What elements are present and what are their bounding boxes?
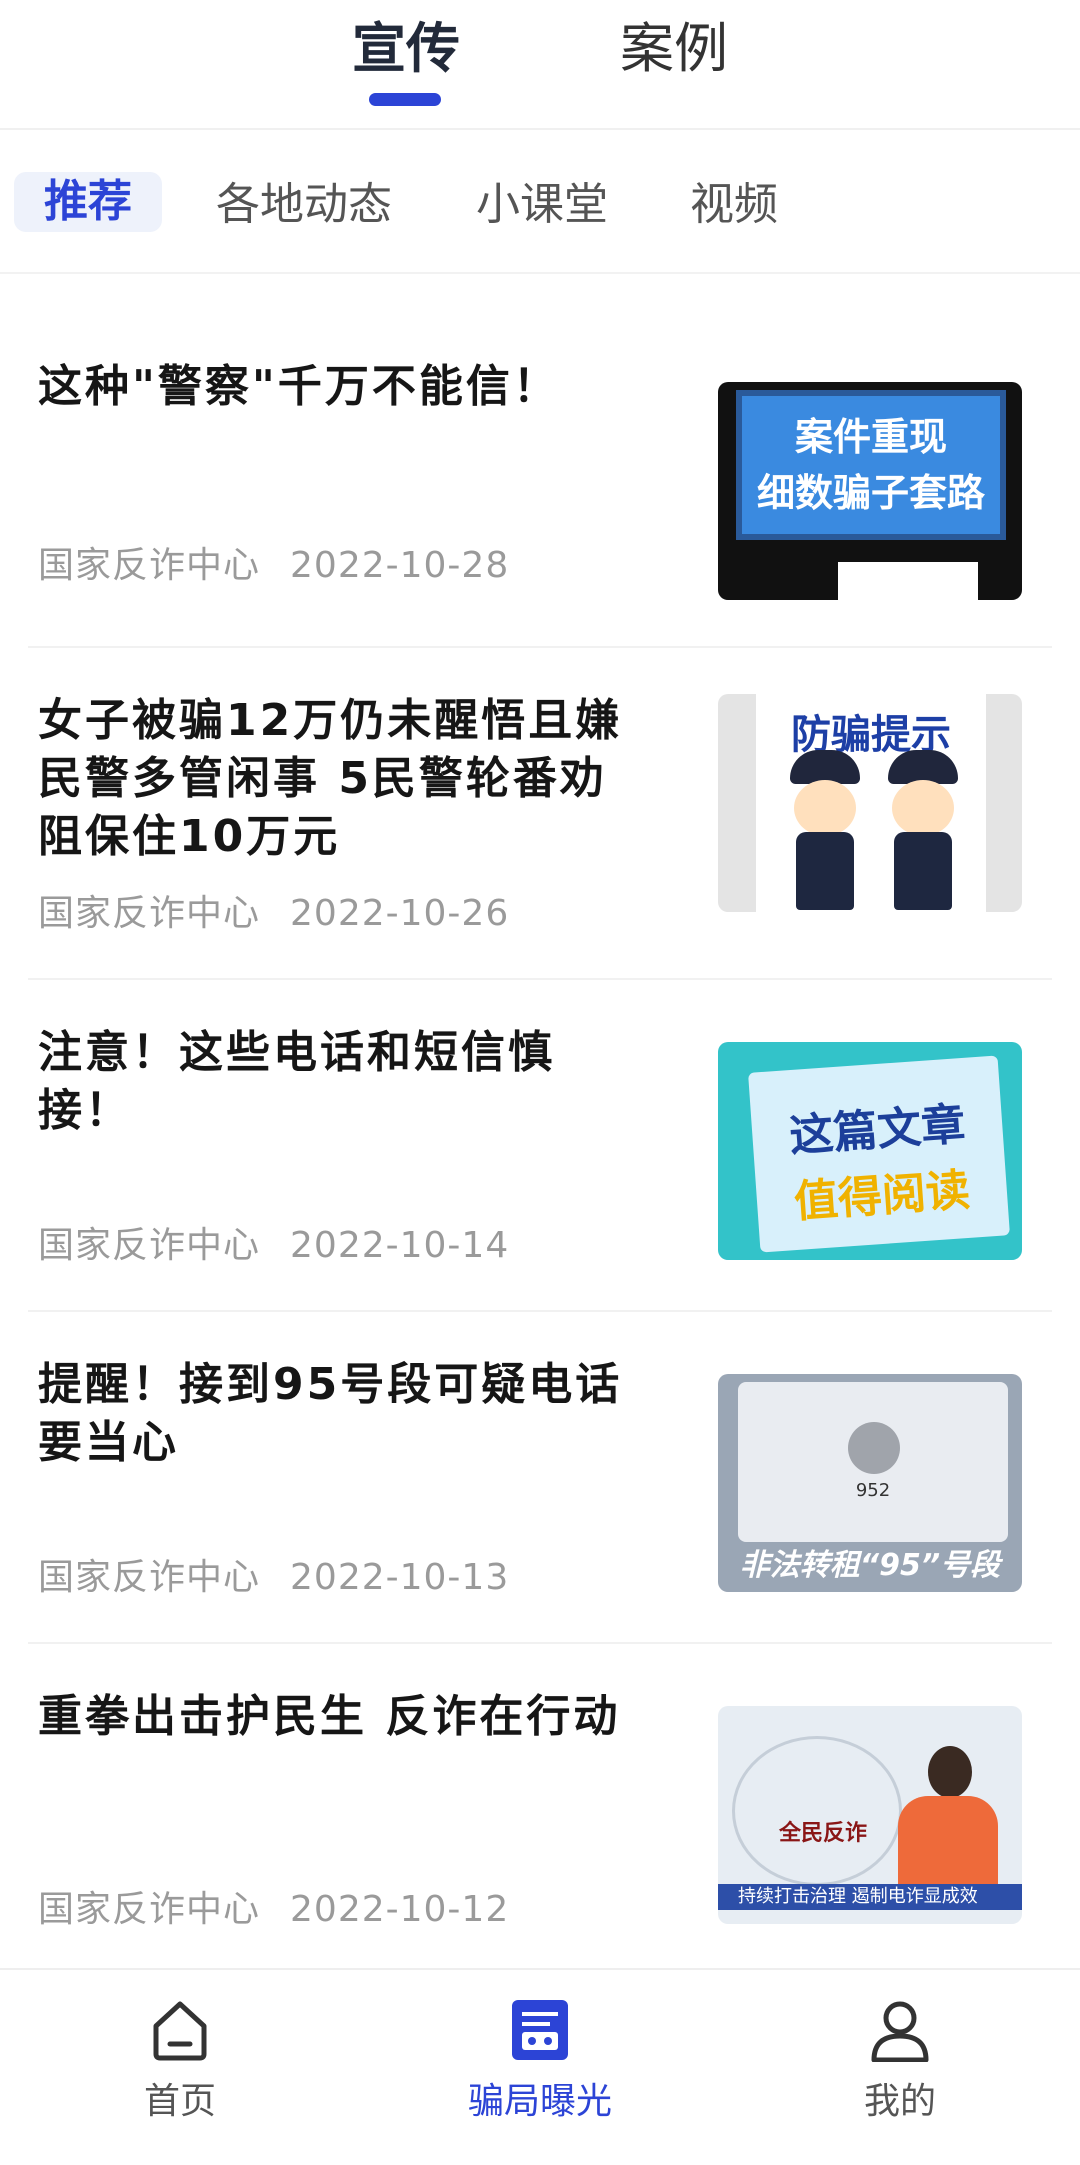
phone-screen: 952 xyxy=(738,1382,1008,1542)
top-tab-bar: 宣传 案例 xyxy=(0,0,1080,130)
article-source: 国家反诈中心 xyxy=(38,893,261,934)
category-classroom[interactable]: 小课堂 xyxy=(476,176,608,234)
category-recommended[interactable]: 推荐 xyxy=(14,172,162,232)
thumbnail-text: 案件重现 xyxy=(794,415,947,459)
thumbnail-paper: 这篇文章 值得阅读 xyxy=(748,1055,1010,1253)
article-date: 2022-10-12 xyxy=(290,1889,510,1930)
article-item[interactable]: 注意！这些电话和短信慎接！ 国家反诈中心 2022-10-14 这篇文章 值得阅读 xyxy=(0,980,1080,1312)
article-title: 注意！这些电话和短信慎接！ xyxy=(38,1027,555,1136)
exposure-icon xyxy=(512,2000,568,2060)
thumbnail-text: 全民反诈 xyxy=(779,1821,868,1846)
article-item[interactable]: 这种"警察"千万不能信！ 国家反诈中心 2022-10-28 案件重现 细数骗子套… xyxy=(0,316,1080,648)
news-anchor xyxy=(898,1746,998,1896)
article-title: 这种"警察"千万不能信！ xyxy=(38,361,560,412)
nav-label: 骗局曝光 xyxy=(467,2081,612,2122)
user-icon xyxy=(871,2001,929,2062)
category-video[interactable]: 视频 xyxy=(690,176,778,234)
thumbnail-card: 防骗提示 xyxy=(756,694,986,912)
thumbnail-text: 非法转租“95”号段 xyxy=(739,1548,1001,1583)
globe-icon: 全民反诈 xyxy=(732,1736,902,1886)
thumbnail-text: 持续打击治理 遏制电诈显成效 xyxy=(718,1884,1022,1910)
article-meta: 国家反诈中心 2022-10-14 xyxy=(38,1224,509,1268)
home-icon xyxy=(153,2001,207,2061)
article-thumbnail: 952 非法转租“95”号段 xyxy=(718,1374,1022,1592)
article-thumbnail: 案件重现 细数骗子套路 xyxy=(718,382,1022,600)
article-title: 重拳出击护民生 反诈在行动 xyxy=(38,1691,621,1742)
article-meta: 国家反诈中心 2022-10-26 xyxy=(38,892,509,936)
police-cartoon-icon xyxy=(786,750,864,910)
article-source: 国家反诈中心 xyxy=(38,1557,261,1598)
article-title: 女子被骗12万仍未醒悟且嫌民警多管闲事 5民警轮番劝阻保住10万元 xyxy=(38,695,623,862)
nav-fraud-exposure[interactable]: 骗局曝光 xyxy=(390,1970,690,2165)
article-item[interactable]: 重拳出击护民生 反诈在行动 国家反诈中心 2022-10-12 全民反诈 持续打击… xyxy=(0,1644,1080,1976)
nav-label: 我的 xyxy=(863,2081,936,2122)
nav-profile[interactable]: 我的 xyxy=(750,1970,1050,2165)
nav-home[interactable]: 首页 xyxy=(30,1970,330,2165)
nav-label: 首页 xyxy=(143,2081,216,2122)
thumbnail-text: 952 xyxy=(855,1480,891,1501)
article-source: 国家反诈中心 xyxy=(38,1889,261,1930)
article-meta: 国家反诈中心 2022-10-28 xyxy=(38,544,509,588)
article-date: 2022-10-14 xyxy=(290,1225,510,1266)
active-tab-indicator xyxy=(369,93,441,106)
article-meta: 国家反诈中心 2022-10-12 xyxy=(38,1888,509,1932)
bottom-nav: 首页 骗局曝光 我的 xyxy=(0,1968,1080,2165)
contact-avatar-icon xyxy=(848,1422,900,1474)
thumbnail-stand xyxy=(838,562,978,600)
article-date: 2022-10-13 xyxy=(290,1557,510,1598)
police-cartoon-icon xyxy=(884,750,962,910)
article-thumbnail: 防骗提示 xyxy=(718,694,1022,912)
article-source: 国家反诈中心 xyxy=(38,1225,261,1266)
category-tab-bar: 推荐 各地动态 小课堂 视频 xyxy=(0,132,1080,274)
article-item[interactable]: 提醒！接到95号段可疑电话要当心 国家反诈中心 2022-10-13 952 非法… xyxy=(0,1312,1080,1644)
thumbnail-board: 案件重现 细数骗子套路 xyxy=(736,390,1006,540)
tab-propaganda[interactable]: 宣传 xyxy=(352,14,460,84)
article-title: 提醒！接到95号段可疑电话要当心 xyxy=(38,1359,623,1468)
thumbnail-text: 细数骗子套路 xyxy=(756,471,985,515)
article-date: 2022-10-26 xyxy=(290,893,510,934)
article-date: 2022-10-28 xyxy=(290,545,510,586)
tab-cases[interactable]: 案例 xyxy=(620,14,728,84)
category-local-news[interactable]: 各地动态 xyxy=(216,176,392,234)
article-thumbnail: 全民反诈 持续打击治理 遏制电诈显成效 xyxy=(718,1706,1022,1924)
article-source: 国家反诈中心 xyxy=(38,545,261,586)
article-item[interactable]: 女子被骗12万仍未醒悟且嫌民警多管闲事 5民警轮番劝阻保住10万元 国家反诈中心… xyxy=(0,648,1080,980)
article-meta: 国家反诈中心 2022-10-13 xyxy=(38,1556,509,1600)
article-thumbnail: 这篇文章 值得阅读 xyxy=(718,1042,1022,1260)
